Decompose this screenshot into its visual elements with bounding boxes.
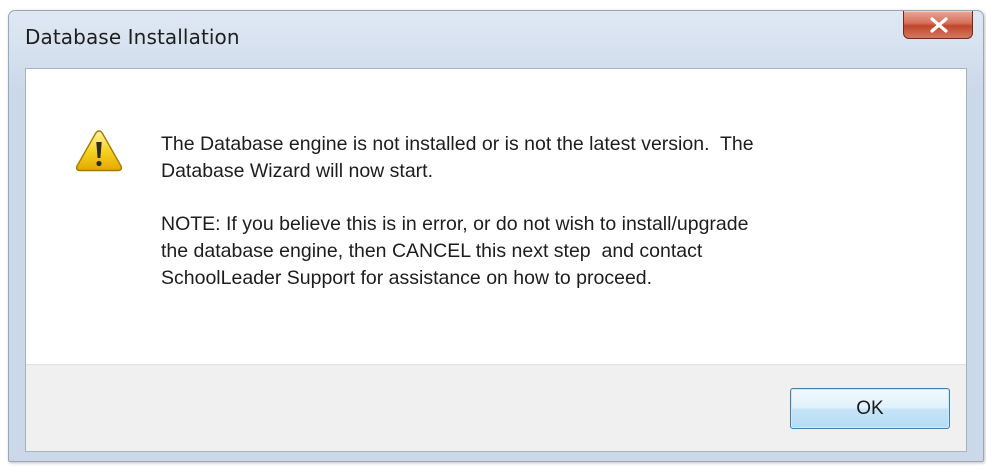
window-title: Database Installation: [25, 25, 240, 49]
dialog-window: Database Installation The Database engin…: [8, 10, 984, 462]
close-button[interactable]: [903, 11, 973, 39]
dialog-client-area: The Database engine is not installed or …: [25, 68, 967, 452]
ok-button[interactable]: OK: [790, 388, 950, 429]
message-text: The Database engine is not installed or …: [161, 131, 931, 292]
warning-icon: [74, 128, 124, 178]
message-panel: The Database engine is not installed or …: [26, 69, 966, 365]
message-paragraph-2: NOTE: If you believe this is in error, o…: [161, 213, 749, 289]
message-paragraph-1: The Database engine is not installed or …: [161, 133, 754, 182]
close-x-icon: [930, 17, 948, 33]
